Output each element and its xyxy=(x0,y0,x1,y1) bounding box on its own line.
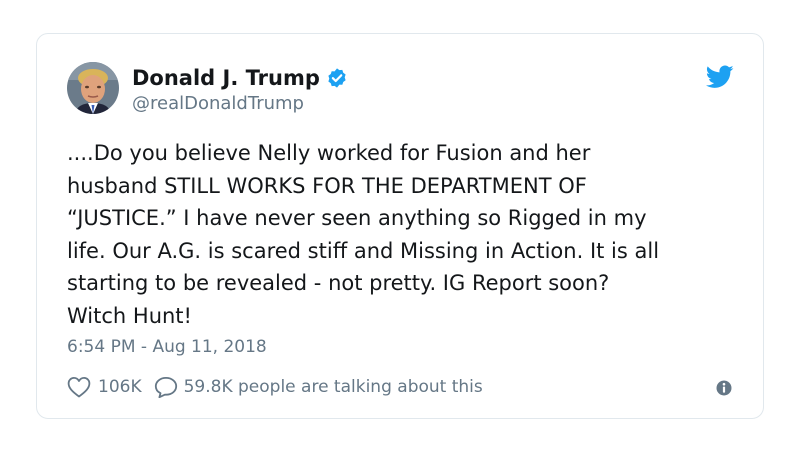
info-icon[interactable] xyxy=(715,379,733,397)
tweet-text: ....Do you believe Nelly worked for Fusi… xyxy=(67,137,757,332)
twitter-bird-icon[interactable] xyxy=(706,65,734,89)
tweet-timestamp[interactable]: 6:54 PM - Aug 11, 2018 xyxy=(67,336,267,358)
tweet-actions: 106K 59.8K people are talking about this xyxy=(67,374,483,400)
speech-bubble-icon xyxy=(154,377,177,398)
tweet-text-line: “JUSTICE.” I have never seen anything so… xyxy=(67,206,647,230)
like-count: 106K xyxy=(98,377,142,397)
tweet-text-line: life. Our A.G. is scared stiff and Missi… xyxy=(67,238,660,263)
tweet-text-line: starting to be revealed - not pretty. IG… xyxy=(67,271,610,295)
author-display-name[interactable]: Donald J. Trump xyxy=(132,65,320,91)
tweet-text-line: husband STILL WORKS FOR THE DEPARTMENT O… xyxy=(67,173,587,198)
verified-badge-icon xyxy=(328,68,346,88)
avatar[interactable] xyxy=(67,62,119,114)
conversation-count: 59.8K people are talking about this xyxy=(183,377,483,397)
tweet-card: Donald J. Trump @realDonaldTrump ....Do … xyxy=(36,33,764,419)
author-handle[interactable]: @realDonaldTrump xyxy=(132,93,304,115)
reply-button[interactable]: 59.8K people are talking about this xyxy=(154,376,483,398)
author-name-row[interactable]: Donald J. Trump xyxy=(132,65,348,91)
heart-icon xyxy=(67,377,91,398)
tweet-text-line: Witch Hunt! xyxy=(67,303,192,328)
tweet-text-line: ....Do you believe Nelly worked for Fusi… xyxy=(67,141,591,165)
like-button[interactable]: 106K xyxy=(67,376,142,398)
